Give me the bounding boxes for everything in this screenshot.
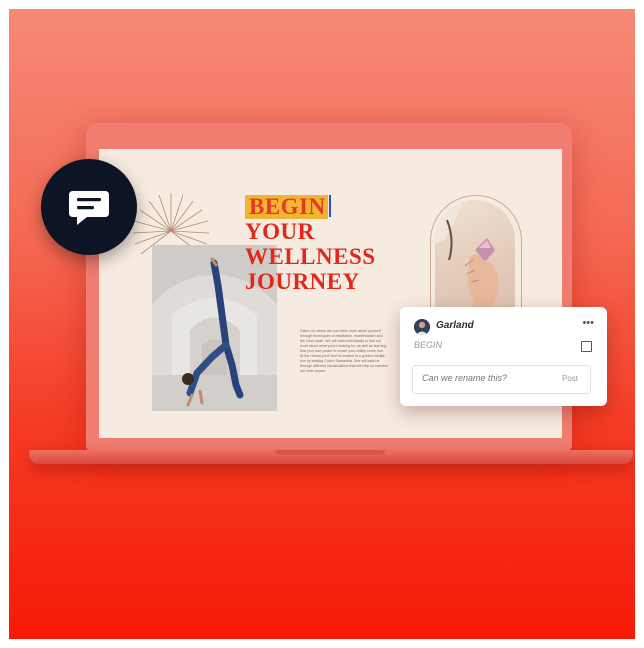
headline-line-wellness[interactable]: WELLNESS: [245, 244, 376, 269]
text-cursor: [328, 195, 331, 217]
more-options-icon[interactable]: •••: [582, 318, 594, 329]
resolve-checkbox[interactable]: [581, 341, 592, 352]
headline-line-journey[interactable]: JOURNEY: [245, 269, 376, 294]
comment-author: Garland: [436, 320, 474, 331]
comment-reference-text: BEGIN: [414, 340, 443, 350]
chat-bubble-icon: [69, 191, 109, 225]
user-avatar: [414, 319, 430, 335]
body-paragraph[interactable]: Claire uzi others are you learn more abo…: [300, 329, 388, 374]
crystal-hand-photo: [435, 200, 515, 324]
post-button[interactable]: Post: [562, 374, 578, 383]
laptop-base-notch: [275, 450, 385, 455]
headline-begin-selected[interactable]: BEGIN: [245, 195, 328, 219]
reply-box[interactable]: Post: [412, 365, 591, 394]
comment-card: Garland ••• BEGIN Post: [400, 307, 607, 406]
comment-button[interactable]: [41, 159, 137, 255]
headline-line-your[interactable]: YOUR: [245, 219, 376, 244]
crystal-hand-illustration: [435, 200, 499, 324]
headline[interactable]: BEGIN YOUR WELLNESS JOURNEY: [245, 195, 376, 294]
avatar-image: [414, 319, 430, 335]
reply-input[interactable]: [422, 373, 542, 383]
